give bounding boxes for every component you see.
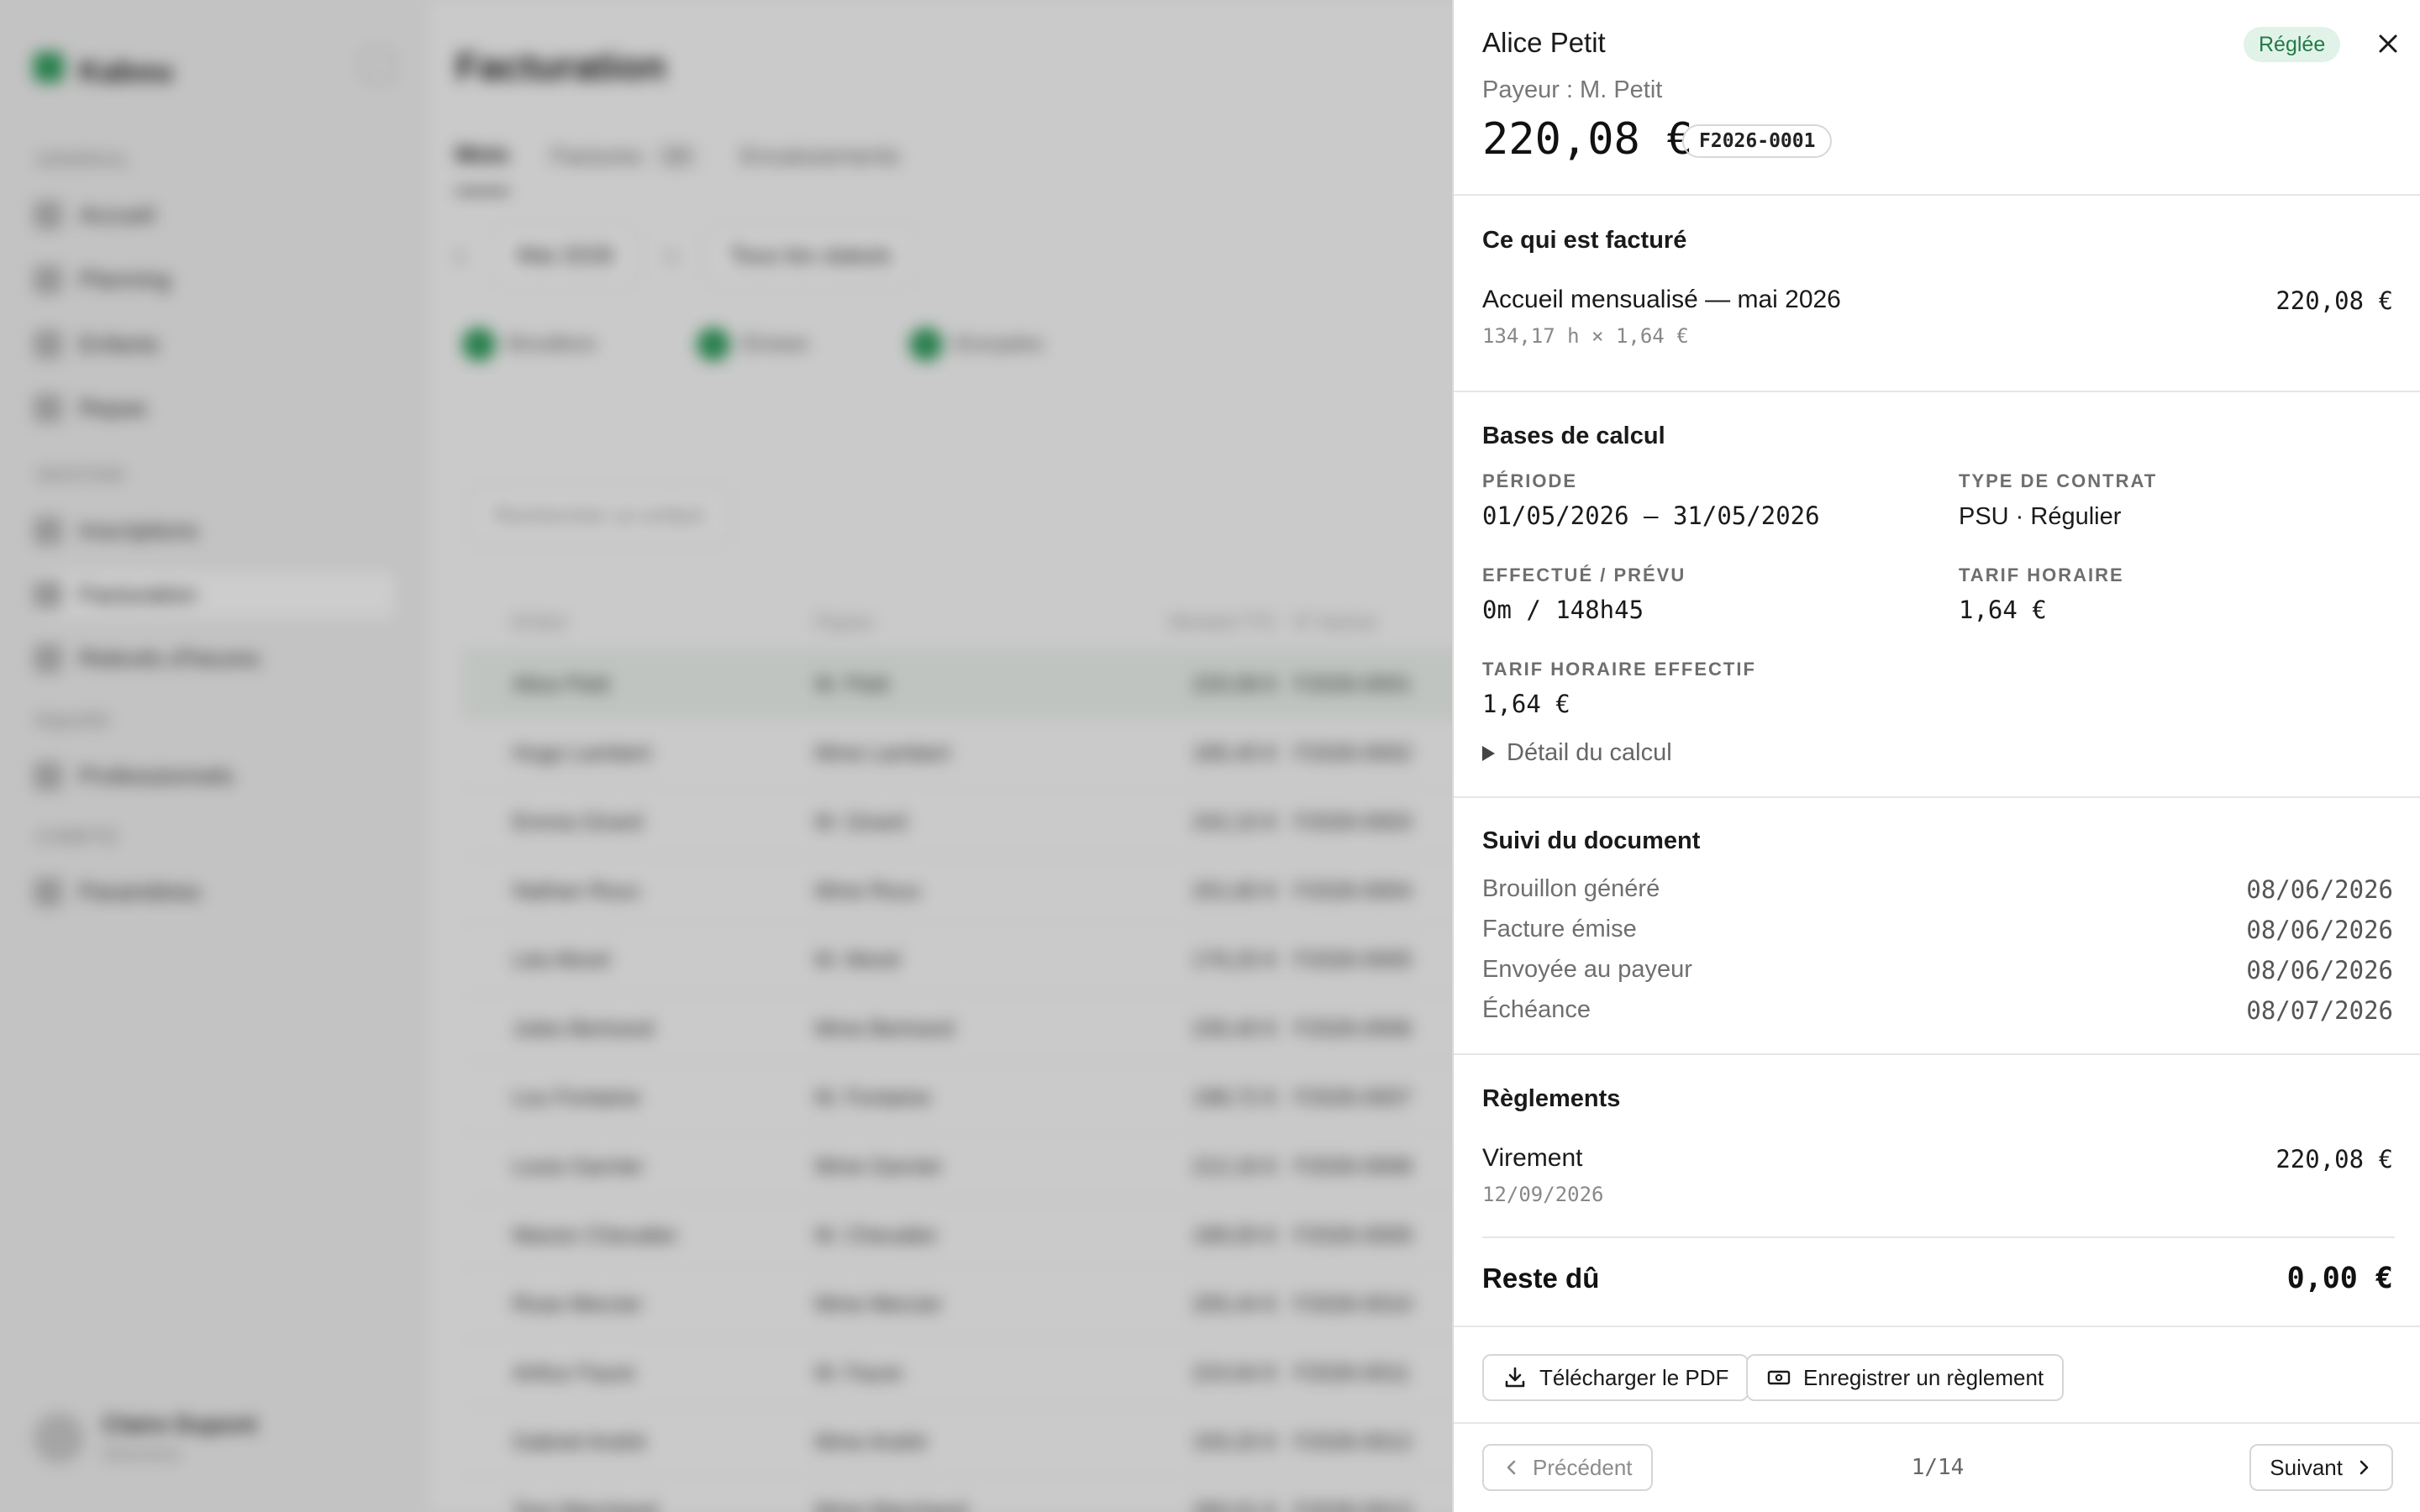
tracking-event-date: 08/07/2026 — [2246, 996, 2393, 1025]
tracking-event-label: Facture émise — [1482, 916, 1637, 942]
divider — [1454, 391, 2420, 392]
tracking-event-label: Brouillon généré — [1482, 875, 1660, 902]
modal-overlay[interactable] — [0, 0, 1452, 1512]
done-value: 0m / 148h45 — [1482, 596, 1644, 624]
tracking-event-label: Échéance — [1482, 996, 1591, 1023]
effective-rate-value: 1,64 € — [1482, 690, 1570, 718]
divider — [1454, 1053, 2420, 1055]
tracking-event-date: 08/06/2026 — [2246, 916, 2393, 944]
download-icon — [1505, 1367, 1525, 1388]
section-title-billed: Ce qui est facturé — [1482, 227, 1687, 254]
tracking-event-date: 08/06/2026 — [2246, 875, 2393, 904]
done-label: EFFECTUÉ / PRÉVU — [1482, 564, 1686, 585]
close-button[interactable] — [2371, 27, 2405, 60]
payment-amount: 220,08 € — [2275, 1145, 2393, 1173]
divider — [1454, 1326, 2420, 1327]
invoice-number-badge: F2026-0001 — [1682, 124, 1833, 158]
section-title-payments: Règlements — [1482, 1085, 1621, 1112]
payment-date: 12/09/2026 — [1482, 1183, 1604, 1206]
divider — [1454, 1422, 2420, 1424]
contract-value: PSU · Régulier — [1959, 503, 2122, 530]
payment-method: Virement — [1482, 1144, 1583, 1172]
billed-line-amount: 220,08 € — [2275, 286, 2393, 315]
billed-line-label: Accueil mensualisé — mai 2026 — [1482, 286, 1841, 313]
billed-line-detail: 134,17 h × 1,64 € — [1482, 324, 1689, 348]
chevron-right-icon — [2360, 1460, 2369, 1475]
record-payment-button[interactable]: Enregistrer un règlement — [1746, 1354, 2065, 1401]
next-button[interactable]: Suivant — [2249, 1444, 2393, 1491]
remaining-due-value: 0,00 € — [2286, 1262, 2393, 1295]
drawer-header: Alice Petit Payeur : M. Petit 220,08 € F… — [1454, 0, 2420, 196]
period-label: PÉRIODE — [1482, 470, 1578, 491]
divider — [1482, 1236, 2395, 1238]
banknote-icon — [1767, 1370, 1791, 1385]
remaining-due-label: Reste dû — [1482, 1263, 1600, 1294]
section-title-tracking: Suivi du document — [1482, 827, 1701, 854]
tracking-event-label: Envoyée au payeur — [1482, 956, 1692, 983]
rate-value: 1,64 € — [1959, 596, 2047, 624]
invoice-drawer: Alice Petit Payeur : M. Petit 220,08 € F… — [1452, 0, 2420, 1512]
invoice-amount: 220,08 € — [1482, 114, 1693, 165]
close-icon — [2379, 34, 2397, 53]
child-name: Alice Petit — [1482, 27, 1606, 58]
section-title-basis: Bases de calcul — [1482, 423, 1665, 449]
download-pdf-button[interactable]: Télécharger le PDF — [1482, 1354, 1749, 1401]
divider — [1454, 796, 2420, 798]
payer-line: Payeur : M. Petit — [1482, 76, 1663, 103]
effective-rate-label: TARIF HORAIRE EFFECTIF — [1482, 659, 1756, 680]
period-value: 01/05/2026 – 31/05/2026 — [1482, 501, 1820, 530]
tracking-event-date: 08/06/2026 — [2246, 956, 2393, 984]
expand-triangle-icon — [1482, 745, 1495, 761]
status-badge: Réglée — [2244, 27, 2341, 62]
contract-label: TYPE DE CONTRAT — [1959, 470, 2158, 491]
rate-label: TARIF HORAIRE — [1959, 564, 2124, 585]
calculation-details-toggle[interactable]: Détail du calcul — [1482, 739, 1672, 767]
